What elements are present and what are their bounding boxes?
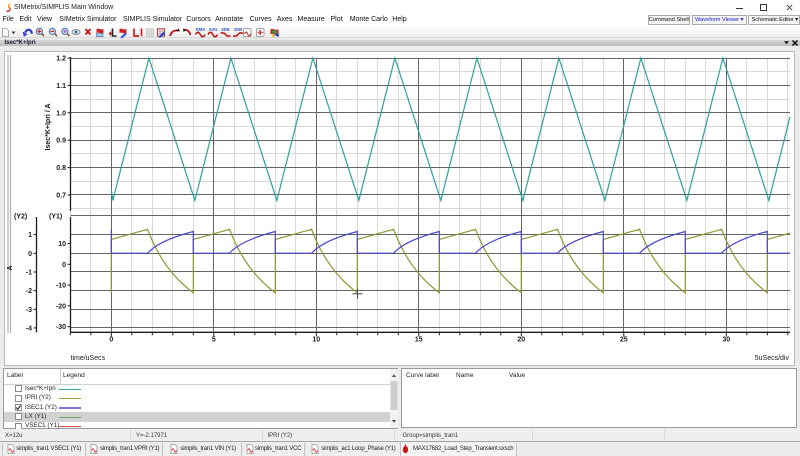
svg-text:(Y2): (Y2) — [14, 214, 27, 221]
svg-text:-20: -20 — [56, 303, 66, 310]
svg-text:-4: -4 — [26, 325, 32, 332]
svg-text:3DB: 3DB — [234, 27, 242, 32]
svg-text:(Y1): (Y1) — [49, 214, 62, 221]
svg-text:0: 0 — [62, 262, 66, 269]
svg-text:10: 10 — [312, 337, 320, 344]
svg-text:Isec*K+Ipri / A: Isec*K+Ipri / A — [45, 103, 52, 150]
svg-text:-2: -2 — [26, 288, 32, 295]
svg-text:-30: -30 — [56, 324, 66, 331]
svg-text:30: 30 — [722, 337, 730, 344]
svg-text:20: 20 — [517, 337, 525, 344]
svg-text:10: 10 — [58, 241, 66, 248]
svg-text:RMS: RMS — [196, 27, 206, 32]
svg-text:-3: -3 — [26, 307, 32, 314]
svg-text:0.9: 0.9 — [56, 138, 66, 145]
svg-text:0: 0 — [109, 337, 113, 344]
svg-text:15: 15 — [415, 337, 423, 344]
svg-text:25: 25 — [620, 337, 628, 344]
svg-text:-1: -1 — [26, 269, 32, 276]
svg-text:1.2: 1.2 — [56, 56, 66, 63]
svg-text:1.0: 1.0 — [56, 110, 66, 117]
svg-text:-10: -10 — [56, 283, 66, 290]
svg-text:A: A — [7, 265, 14, 270]
svg-text:5uSecs/div: 5uSecs/div — [755, 355, 790, 362]
svg-text:0.7: 0.7 — [56, 193, 66, 200]
svg-text:AVG: AVG — [209, 27, 218, 32]
svg-text:1: 1 — [28, 232, 32, 239]
svg-text:5: 5 — [212, 337, 216, 344]
svg-text:time/uSecs: time/uSecs — [71, 355, 106, 362]
svg-text:1.1: 1.1 — [56, 83, 66, 90]
svg-text:0: 0 — [28, 251, 32, 258]
svg-text:3DB: 3DB — [221, 27, 229, 32]
svg-text:0.8: 0.8 — [56, 165, 66, 172]
